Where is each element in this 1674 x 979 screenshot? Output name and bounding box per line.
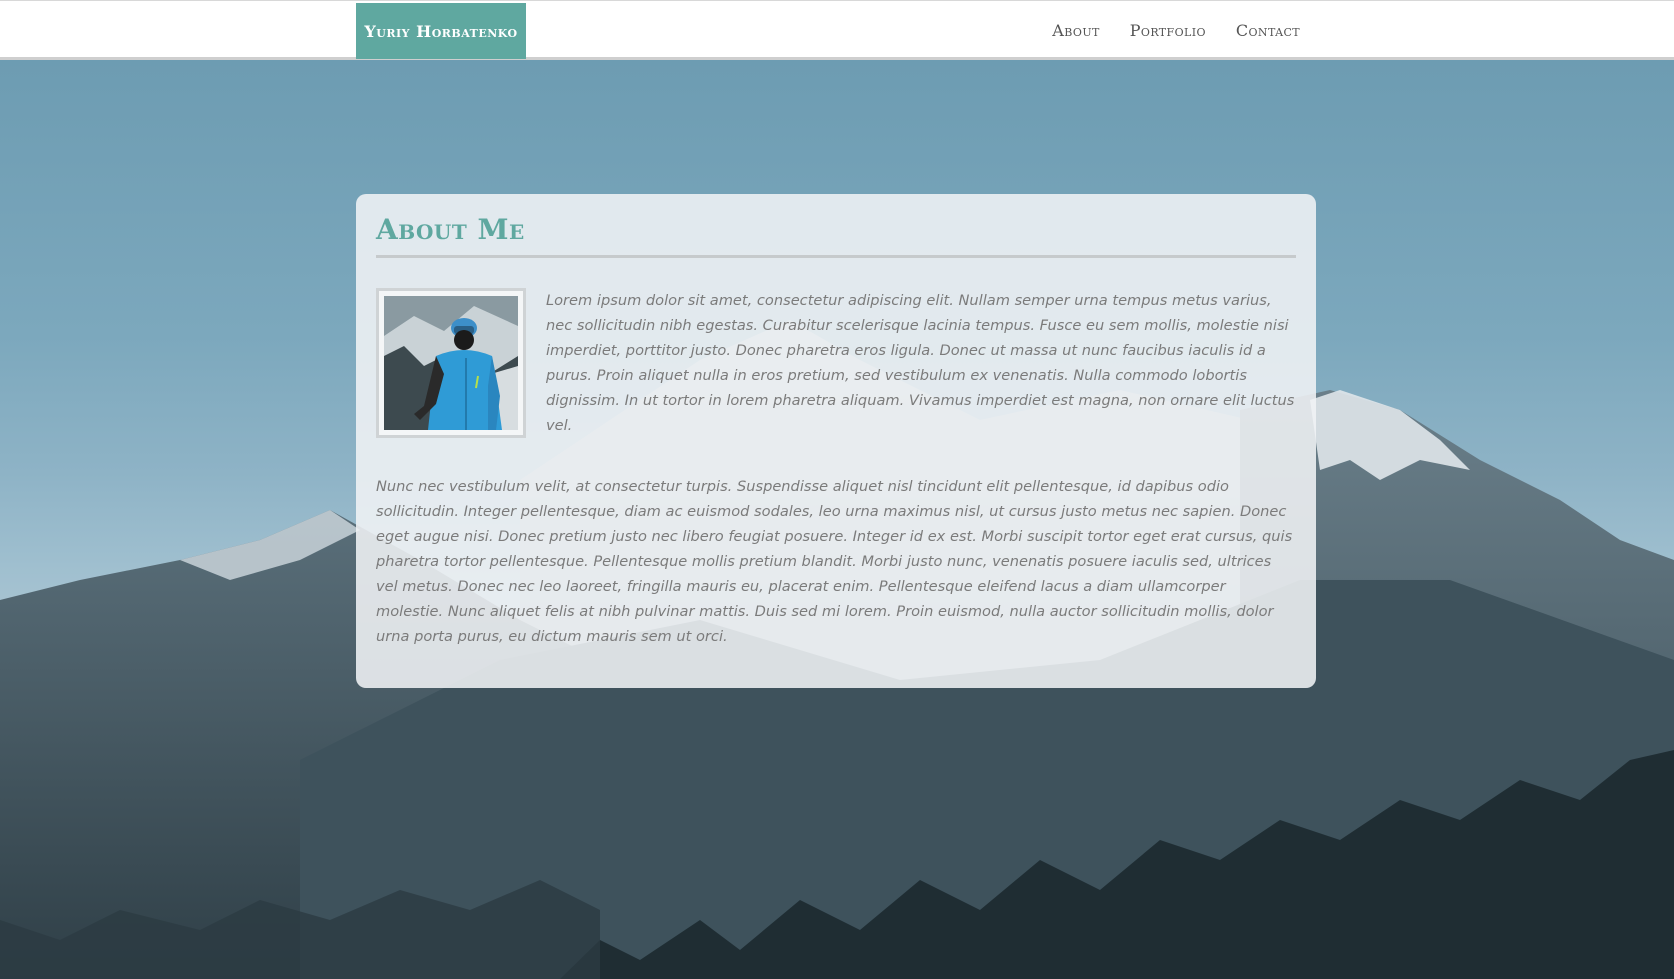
profile-photo-illustration [384, 296, 518, 430]
about-card: About Me Lorem ipsum dolor sit amet, con… [356, 194, 1316, 688]
nav-links: About Portfolio Contact [1052, 1, 1300, 59]
about-body: Lorem ipsum dolor sit amet, consectetur … [376, 288, 1296, 649]
about-paragraph-2: Nunc nec vestibulum velit, at consectetu… [376, 478, 1293, 645]
nav-link-portfolio[interactable]: Portfolio [1130, 21, 1206, 40]
brand-logo-button[interactable]: Yuriy Horbatenko [356, 3, 526, 59]
profile-photo [384, 296, 518, 430]
nav-link-about[interactable]: About [1052, 21, 1099, 40]
top-navbar: Yuriy Horbatenko About Portfolio Contact [0, 0, 1674, 60]
profile-photo-frame [376, 288, 526, 438]
about-title: About Me [376, 212, 1296, 258]
nav-link-contact[interactable]: Contact [1236, 21, 1300, 40]
